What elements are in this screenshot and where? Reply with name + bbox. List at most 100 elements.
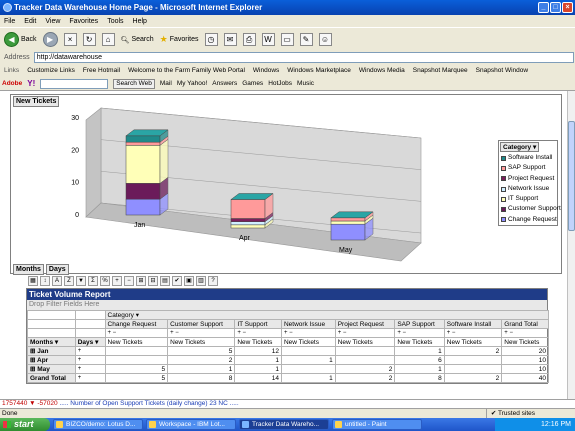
close-button[interactable]: × bbox=[562, 2, 573, 13]
address-bar: Address http://datawarehouse bbox=[0, 51, 575, 64]
column-header[interactable]: Network Issue bbox=[280, 319, 336, 329]
pivot-tool-icon[interactable]: A bbox=[52, 276, 62, 286]
menu-favorites[interactable]: Favorites bbox=[69, 18, 98, 25]
link-windows-media[interactable]: Windows Media bbox=[359, 67, 405, 74]
expand-collapse-toggle[interactable]: + − bbox=[234, 328, 282, 338]
yahoo-mail-button[interactable]: Mail bbox=[160, 80, 172, 87]
music-button[interactable]: Music bbox=[297, 80, 314, 87]
search-web-button[interactable]: Search Web bbox=[113, 78, 155, 89]
favorites-button[interactable]: ★ Favorites bbox=[160, 34, 199, 45]
scroll-thumb[interactable] bbox=[568, 121, 575, 231]
maximize-button[interactable]: □ bbox=[550, 2, 561, 13]
expand-toggle[interactable]: + bbox=[74, 373, 106, 383]
link-hotmail[interactable]: Free Hotmail bbox=[83, 67, 120, 74]
days-axis-chip[interactable]: Days bbox=[45, 264, 69, 275]
grand-total-row-header[interactable]: Grand Total bbox=[27, 373, 76, 383]
back-button[interactable]: ◀ Back bbox=[4, 32, 37, 47]
pivot-tool-icon[interactable]: + bbox=[112, 276, 122, 286]
menu-file[interactable]: File bbox=[4, 18, 15, 25]
my-yahoo-button[interactable]: My Yahoo! bbox=[177, 80, 207, 87]
task-lotus-notes[interactable]: BIZCO/demo: Lotus D... bbox=[53, 419, 143, 430]
expand-collapse-toggle[interactable]: + − bbox=[334, 328, 396, 338]
folder-icon[interactable]: ▭ bbox=[280, 33, 294, 46]
pivot-tool-icon[interactable]: ▦ bbox=[28, 276, 38, 286]
pivot-tool-icon[interactable]: ▣ bbox=[184, 276, 194, 286]
days-field-dropdown[interactable]: Days ▾ bbox=[74, 337, 106, 347]
table-cell bbox=[104, 355, 169, 365]
row-header[interactable]: ⊞ Jan bbox=[27, 346, 76, 356]
expand-collapse-toggle[interactable]: + − bbox=[501, 328, 549, 338]
expand-collapse-toggle[interactable]: + − bbox=[104, 328, 169, 338]
expand-collapse-toggle[interactable]: + − bbox=[167, 328, 236, 338]
link-farm-portal[interactable]: Welcome to the Farm Family Web Portal bbox=[128, 67, 245, 74]
hotjobs-button[interactable]: HotJobs bbox=[268, 80, 292, 87]
menu-view[interactable]: View bbox=[45, 18, 60, 25]
corner-cell bbox=[27, 310, 76, 320]
menu-tools[interactable]: Tools bbox=[107, 18, 123, 25]
yahoo-logo-button[interactable]: Y! bbox=[27, 79, 35, 88]
pivot-tool-icon[interactable]: ↕ bbox=[40, 276, 50, 286]
research-icon[interactable]: ✎ bbox=[299, 33, 313, 46]
column-header[interactable]: SAP Support bbox=[394, 319, 445, 329]
expand-collapse-toggle[interactable]: + − bbox=[394, 328, 445, 338]
column-header[interactable]: IT Support bbox=[234, 319, 282, 329]
link-customize[interactable]: Customize Links bbox=[27, 67, 75, 74]
pivot-tool-icon[interactable]: ▼ bbox=[76, 276, 86, 286]
pivot-tool-icon[interactable]: ⊟ bbox=[148, 276, 158, 286]
pivot-tool-icon[interactable]: − bbox=[124, 276, 134, 286]
yahoo-search-input[interactable] bbox=[40, 78, 109, 89]
refresh-icon[interactable]: ↻ bbox=[82, 33, 96, 46]
messenger-icon[interactable]: ☺ bbox=[318, 33, 332, 46]
link-windows[interactable]: Windows bbox=[253, 67, 279, 74]
minimize-button[interactable]: _ bbox=[538, 2, 549, 13]
pivot-tool-icon[interactable]: % bbox=[100, 276, 110, 286]
legend-category-dropdown[interactable]: Category ▾ bbox=[500, 142, 540, 152]
column-header[interactable]: Project Request bbox=[334, 319, 396, 329]
column-header[interactable]: Software Install bbox=[443, 319, 503, 329]
expand-toggle[interactable]: + bbox=[74, 346, 106, 356]
forward-button[interactable]: ▶ bbox=[42, 32, 58, 47]
games-button[interactable]: Games bbox=[242, 80, 263, 87]
pivot-tool-icon[interactable]: Z bbox=[64, 276, 74, 286]
pivot-tool-icon[interactable]: ▤ bbox=[160, 276, 170, 286]
pivot-tool-icon[interactable]: Σ bbox=[88, 276, 98, 286]
legend-item: Network Issue bbox=[499, 184, 557, 194]
mail-icon[interactable]: ✉ bbox=[223, 33, 237, 46]
pivot-tool-icon[interactable]: ⊞ bbox=[136, 276, 146, 286]
category-field-dropdown[interactable]: Category ▾ bbox=[104, 310, 550, 320]
column-header[interactable]: Grand Total bbox=[501, 319, 549, 329]
menu-edit[interactable]: Edit bbox=[24, 18, 36, 25]
drop-filter-zone[interactable]: Drop Filter Fields Here bbox=[27, 300, 547, 310]
help-icon[interactable]: ? bbox=[208, 276, 218, 286]
history-icon[interactable]: ◷ bbox=[204, 33, 218, 46]
menu-help[interactable]: Help bbox=[133, 18, 147, 25]
edit-icon[interactable]: W bbox=[261, 33, 275, 46]
row-header[interactable]: ⊞ Apr bbox=[27, 355, 76, 365]
expand-collapse-toggle[interactable]: + − bbox=[443, 328, 503, 338]
stop-icon[interactable]: × bbox=[63, 33, 77, 46]
start-button[interactable]: start bbox=[0, 418, 50, 431]
months-axis-chip[interactable]: Months bbox=[13, 264, 44, 275]
expand-collapse-toggle[interactable]: + − bbox=[280, 328, 336, 338]
expand-toggle[interactable]: + bbox=[74, 355, 106, 365]
link-snapshot-window[interactable]: Snapshot Window bbox=[476, 67, 528, 74]
task-tracker-dw[interactable]: Tracker Data Wareho... bbox=[239, 419, 329, 430]
months-field-dropdown[interactable]: Months ▾ bbox=[27, 337, 76, 347]
vertical-scrollbar[interactable] bbox=[567, 91, 575, 399]
column-header[interactable]: Change Request bbox=[104, 319, 169, 329]
link-snapshot-marquee[interactable]: Snapshot Marquee bbox=[413, 67, 468, 74]
answers-button[interactable]: Answers bbox=[212, 80, 237, 87]
pivot-tool-icon[interactable]: ▥ bbox=[196, 276, 206, 286]
column-header[interactable]: Customer Support bbox=[167, 319, 236, 329]
adobe-button[interactable]: Adobe bbox=[2, 80, 22, 87]
row-header[interactable]: ⊞ May bbox=[27, 364, 76, 374]
task-paint[interactable]: untitled - Paint bbox=[332, 419, 422, 430]
expand-toggle[interactable]: + bbox=[74, 364, 106, 374]
address-input[interactable]: http://datawarehouse bbox=[33, 52, 574, 63]
print-icon[interactable]: ⎙ bbox=[242, 33, 256, 46]
home-icon[interactable]: ⌂ bbox=[101, 33, 115, 46]
link-windows-marketplace[interactable]: Windows Marketplace bbox=[287, 67, 351, 74]
task-workspace[interactable]: Workspace - IBM Lot... bbox=[146, 419, 236, 430]
pivot-tool-icon[interactable]: ✔ bbox=[172, 276, 182, 286]
search-button[interactable]: 🔍︎ Search bbox=[121, 36, 154, 44]
